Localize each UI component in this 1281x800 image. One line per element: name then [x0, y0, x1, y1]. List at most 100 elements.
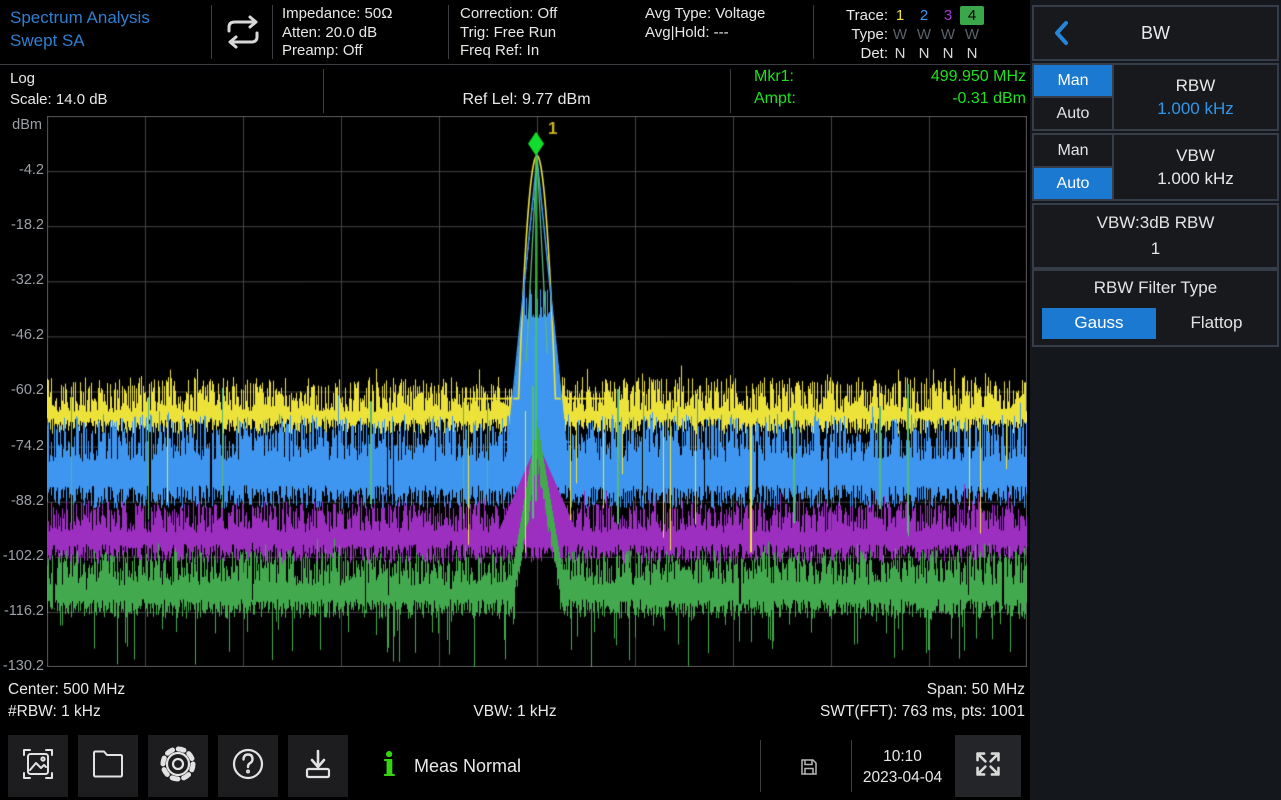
trace-num-3[interactable]: 3 [936, 6, 960, 25]
screenshot-icon [18, 744, 58, 789]
settings-button[interactable] [148, 735, 208, 797]
vbw-man-auto-toggle: Man Auto [1034, 135, 1112, 199]
trace-row-label: Trace: [822, 6, 888, 25]
info-icon: i [383, 746, 396, 784]
scale-readout: Scale: 14.0 dB [10, 89, 108, 110]
save-button[interactable] [288, 735, 348, 797]
avg-type-readout: Avg Type: Voltage [645, 5, 765, 24]
divider [813, 5, 814, 59]
y-axis-tick: -88.2 [0, 493, 44, 509]
display-header: Log Scale: 14.0 dB Ref Lel: 9.77 dBm Mkr… [0, 65, 1030, 116]
trace-det-1: N [888, 44, 912, 63]
divider [211, 5, 212, 59]
vbw-3db-rbw-label: VBW:3dB RBW [1097, 213, 1215, 233]
bottom-toolbar: i Meas Normal 10:10 2023-04-04 [0, 733, 1030, 800]
top-status-bar: Spectrum Analysis Swept SA Impedance: 50… [0, 0, 1030, 65]
spectrum-plot[interactable] [47, 116, 1027, 667]
y-axis-tick: -32.2 [0, 272, 44, 288]
measurement-status: Meas Normal [414, 733, 521, 800]
trace-num-1[interactable]: 1 [888, 6, 912, 25]
help-button[interactable] [218, 735, 278, 797]
average-settings-block: Avg Type: Voltage Avg|Hold: --- [645, 5, 765, 42]
sidebar-title: BW [1034, 23, 1277, 44]
scale-mode-readout: Log [10, 68, 108, 89]
save-file-icon [298, 744, 338, 789]
filter-flattop-button[interactable]: Flattop [1156, 313, 1277, 333]
rbw-filter-type-label: RBW Filter Type [1094, 278, 1217, 298]
marker-ampt-label: Ampt: [754, 88, 796, 110]
bw-menu-sidebar: BW Man Auto RBW 1.000 kHz Man Auto [1030, 0, 1281, 800]
det-row-label: Det: [822, 44, 888, 63]
vbw-3db-rbw-value: 1 [1151, 239, 1160, 259]
screenshot-button[interactable] [8, 735, 68, 797]
trace-status-block: Trace: 1 2 3 4 Type: W W W W Det: N N N … [822, 6, 984, 63]
divider [272, 5, 273, 59]
trace-det-4: N [960, 44, 984, 63]
expand-arrows-icon [971, 747, 1005, 786]
marker-name: Mkr1: [754, 66, 794, 88]
y-axis-tick: -4.2 [0, 162, 44, 178]
ref-level-readout: Ref Lel: 9.77 dBm [462, 91, 590, 113]
trigger-readout: Trig: Free Run [460, 24, 557, 43]
trace-type-1: W [888, 25, 912, 44]
filter-gauss-button[interactable]: Gauss [1042, 308, 1156, 339]
rbw-auto-button[interactable]: Auto [1034, 98, 1112, 129]
rbw-value-area[interactable]: RBW 1.000 kHz [1112, 65, 1277, 129]
vbw-man-button[interactable]: Man [1034, 135, 1112, 166]
trace-type-3: W [936, 25, 960, 44]
rbw-panel: Man Auto RBW 1.000 kHz [1034, 65, 1277, 129]
rbw-man-auto-toggle: Man Auto [1034, 65, 1112, 129]
rbw-label: RBW [1176, 76, 1216, 96]
rbw-value: 1.000 kHz [1157, 99, 1234, 119]
trace-num-4[interactable]: 4 [960, 6, 984, 25]
marker-readout: Mkr1: 499.950 MHz Ampt: -0.31 dBm [730, 66, 1026, 109]
trace-num-2[interactable]: 2 [912, 6, 936, 25]
y-axis-tick: -60.2 [0, 382, 44, 398]
impedance-readout: Impedance: 50Ω [282, 5, 392, 24]
app-title-line1: Spectrum Analysis [10, 6, 150, 29]
sweep-time-readout: SWT(FFT): 763 ms, pts: 1001 [820, 703, 1025, 721]
marker-amplitude: -0.31 dBm [952, 88, 1026, 110]
trigger-settings-block: Correction: Off Trig: Free Run Freq Ref:… [460, 5, 557, 61]
clock: 10:10 2023-04-04 [853, 733, 952, 800]
correction-readout: Correction: Off [460, 5, 557, 24]
app-title: Spectrum Analysis Swept SA [10, 6, 150, 52]
avg-hold-readout: Avg|Hold: --- [645, 24, 765, 43]
divider [448, 5, 449, 59]
gear-icon [157, 743, 199, 790]
vbw-panel: Man Auto VBW 1.000 kHz [1034, 135, 1277, 199]
rbw-filter-type-panel: RBW Filter Type Gauss Flattop [1034, 271, 1277, 345]
divider [851, 740, 852, 792]
spectrum-analyzer-screen: Spectrum Analysis Swept SA Impedance: 50… [0, 0, 1281, 800]
sidebar-header[interactable]: BW [1034, 7, 1277, 59]
y-axis-tick: -74.2 [0, 438, 44, 454]
y-axis-tick: -102.2 [0, 548, 44, 564]
y-axis-tick: -46.2 [0, 327, 44, 343]
rbw-man-button[interactable]: Man [1034, 65, 1112, 96]
input-settings-block: Impedance: 50Ω Atten: 20.0 dB Preamp: Of… [282, 5, 392, 61]
divider [760, 740, 761, 792]
type-row-label: Type: [822, 25, 888, 44]
y-axis-tick: -18.2 [0, 217, 44, 233]
chart-footer: Center: 500 MHz #RBW: 1 kHz VBW: 1 kHz S… [0, 668, 1030, 732]
vbw-label: VBW [1176, 146, 1215, 166]
vbw-value: 1.000 kHz [1157, 169, 1234, 189]
date-readout: 2023-04-04 [863, 767, 942, 788]
time-readout: 10:10 [883, 746, 922, 767]
folder-icon [88, 744, 128, 789]
vbw-auto-button[interactable]: Auto [1034, 168, 1112, 199]
app-title-line2: Swept SA [10, 29, 150, 52]
file-browser-button[interactable] [78, 735, 138, 797]
trace-det-3: N [936, 44, 960, 63]
marker-frequency: 499.950 MHz [931, 66, 1026, 88]
vbw-value-area[interactable]: VBW 1.000 kHz [1112, 135, 1277, 199]
help-icon [228, 744, 268, 789]
save-state-icon[interactable] [796, 733, 822, 800]
vbw-3db-rbw-panel[interactable]: VBW:3dB RBW 1 [1034, 205, 1277, 267]
fullscreen-button[interactable] [955, 735, 1021, 797]
continuous-sweep-icon[interactable] [219, 15, 267, 54]
atten-readout: Atten: 20.0 dB [282, 24, 392, 43]
span-readout: Span: 50 MHz [927, 681, 1025, 699]
freq-ref-readout: Freq Ref: In [460, 42, 557, 61]
trace-type-2: W [912, 25, 936, 44]
